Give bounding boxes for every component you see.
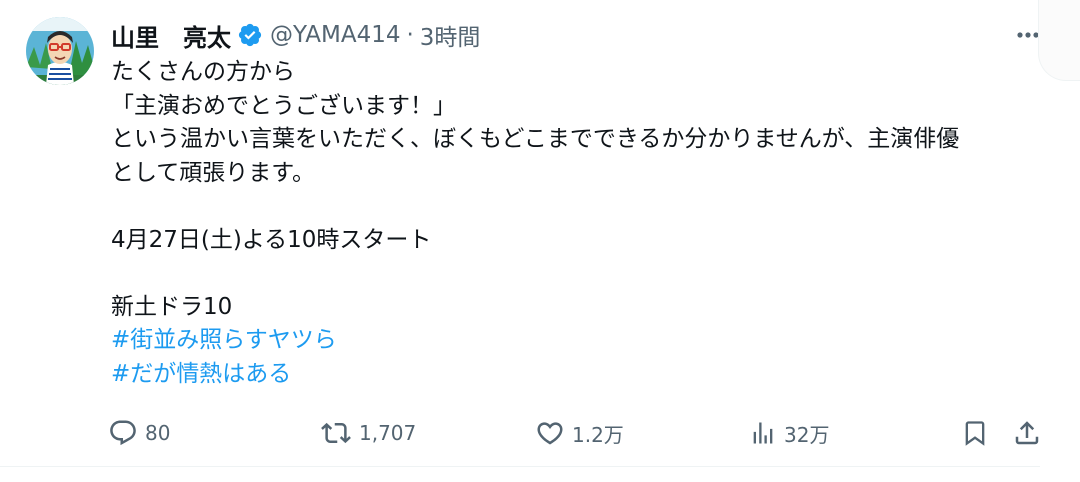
- tweet-line: として頑張ります。: [111, 159, 316, 186]
- tweet-header: 山里 亮太 @YAMA414 · 3時間: [111, 18, 480, 52]
- verified-badge-icon: [237, 22, 263, 48]
- tweet-timestamp[interactable]: 3時間: [420, 18, 481, 52]
- share-icon: [1012, 418, 1042, 448]
- avatar[interactable]: [26, 17, 94, 85]
- tweet-line: という温かい言葉をいただく、ぼくもどこまでできるか分かりませんが、主演俳優: [111, 126, 960, 152]
- like-count: 1.2万: [572, 422, 624, 447]
- bookmark-icon: [961, 418, 989, 448]
- retweet-icon: [320, 418, 352, 448]
- reply-button[interactable]: 80: [108, 413, 170, 453]
- tweet-card[interactable]: 山里 亮太 @YAMA414 · 3時間 たくさんの方から 「主演おめでとうござ…: [0, 0, 1080, 482]
- tweet-program-line: 新土ドラ10: [111, 293, 233, 320]
- views-button[interactable]: 32万: [749, 413, 829, 453]
- views-chart-icon: [749, 418, 777, 448]
- tweet-text: たくさんの方から 「主演おめでとうございます！」 という温かい言葉をいただく、ぼ…: [111, 56, 1041, 391]
- heart-icon: [535, 418, 565, 448]
- divider: [0, 466, 1040, 467]
- share-button[interactable]: [1012, 413, 1042, 453]
- reply-count: 80: [145, 421, 171, 445]
- tweet-actions: 80 1,707 1.2万 32万: [0, 413, 1080, 453]
- hashtag-link[interactable]: #だが情熱はある: [111, 358, 1041, 392]
- header-separator: ·: [406, 22, 414, 48]
- hashtag-link[interactable]: #街並み照らすヤツら: [111, 324, 1041, 358]
- author-name[interactable]: 山里 亮太: [111, 18, 231, 53]
- tweet-line: 「主演おめでとうございます！」: [111, 92, 456, 119]
- views-count: 32万: [784, 422, 830, 447]
- bookmark-button[interactable]: [961, 413, 989, 453]
- author-handle[interactable]: @YAMA414: [270, 22, 400, 48]
- reply-icon: [108, 418, 138, 448]
- like-button[interactable]: 1.2万: [535, 413, 624, 453]
- tweet-line: たくさんの方から: [111, 59, 295, 85]
- retweet-count: 1,707: [359, 421, 417, 445]
- tweet-date-line: 4月27日(土)よる10時スタート: [111, 226, 432, 253]
- retweet-button[interactable]: 1,707: [320, 413, 416, 453]
- scrollbar-edge: [1038, 0, 1080, 81]
